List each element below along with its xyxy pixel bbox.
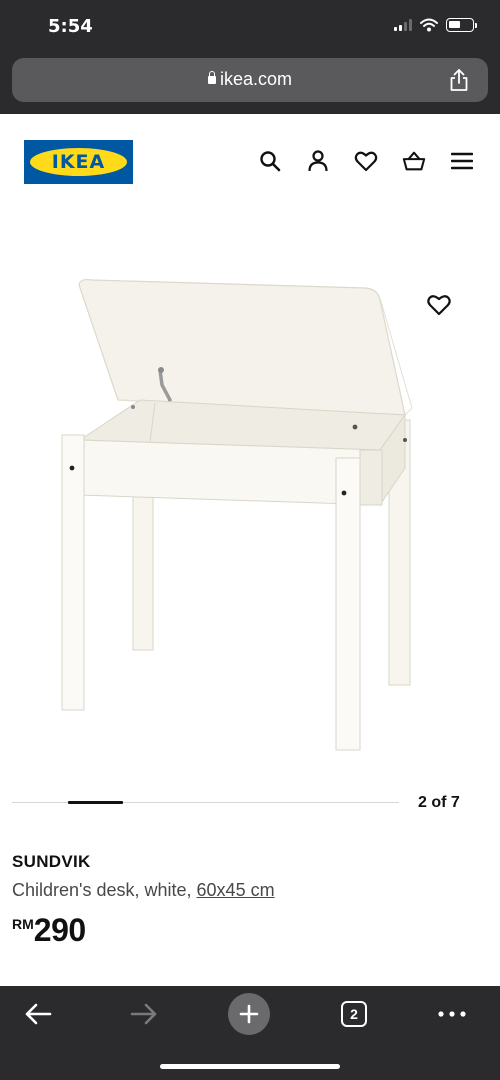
header-actions	[258, 148, 474, 174]
tab-count: 2	[341, 1001, 367, 1027]
cellular-signal-icon	[394, 19, 412, 31]
logo-text: IKEA	[51, 151, 106, 173]
home-indicator	[160, 1064, 340, 1069]
browser-top-bar: 5:54 ikea.com	[0, 0, 500, 114]
price-currency: RM	[12, 916, 34, 932]
gallery-scroll-indicator	[68, 801, 123, 804]
gallery-pager: 2 of 7	[418, 794, 460, 811]
url-text: ikea.com	[219, 69, 293, 89]
lock-icon	[207, 71, 216, 84]
more-dots-icon	[438, 1011, 466, 1017]
account-icon[interactable]	[306, 148, 330, 174]
product-type-text: Children's desk, white,	[12, 880, 197, 900]
address-bar[interactable]: ikea.com	[12, 58, 488, 102]
more-options-button[interactable]	[430, 994, 474, 1034]
basket-icon[interactable]	[402, 148, 426, 174]
wifi-icon	[420, 18, 438, 32]
back-button[interactable]	[16, 994, 60, 1034]
forward-arrow-icon	[130, 1003, 157, 1025]
wishlist-icon[interactable]	[354, 148, 378, 174]
new-tab-button[interactable]	[227, 990, 271, 1038]
battery-icon	[446, 18, 477, 32]
product-description: Children's desk, white, 60x45 cm	[12, 880, 275, 901]
product-image[interactable]	[0, 250, 500, 770]
ikea-logo[interactable]: IKEA	[24, 140, 133, 184]
back-arrow-icon	[25, 1003, 52, 1025]
forward-button[interactable]	[122, 994, 166, 1034]
plus-icon	[228, 993, 270, 1035]
add-to-wishlist-icon[interactable]	[426, 292, 452, 318]
tab-switcher-button[interactable]: 2	[332, 994, 376, 1034]
product-price: RM290	[12, 912, 86, 949]
menu-icon[interactable]	[450, 148, 474, 174]
product-size-link[interactable]: 60x45 cm	[197, 880, 275, 900]
status-time: 5:54	[48, 16, 93, 37]
share-icon[interactable]	[448, 68, 470, 92]
status-icons	[394, 18, 477, 32]
search-icon[interactable]	[258, 148, 282, 174]
price-value: 290	[33, 912, 86, 948]
product-name[interactable]: SUNDVIK	[12, 852, 91, 872]
